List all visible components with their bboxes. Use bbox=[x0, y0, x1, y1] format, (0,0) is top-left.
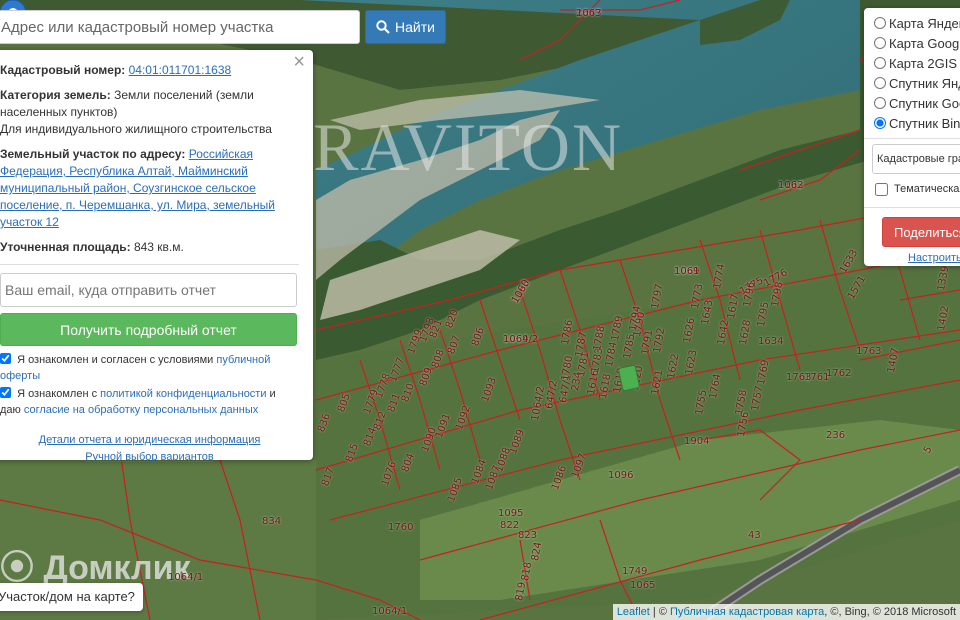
thematic-toggle: Тематическая карта bbox=[874, 179, 960, 199]
search-button-label: Найти bbox=[395, 19, 435, 35]
plot-number-label: 1063 bbox=[576, 8, 602, 19]
divider bbox=[0, 264, 299, 265]
plot-number-label: 43 bbox=[748, 530, 761, 541]
report-details-link[interactable]: Детали отчета и юридическая информация bbox=[39, 432, 261, 449]
plot-number-label: 1062 bbox=[778, 180, 804, 191]
brand-logo: ⦿ Домклик bbox=[0, 549, 191, 587]
search-input[interactable] bbox=[0, 10, 360, 44]
plot-number-label: 1760 bbox=[388, 522, 414, 533]
plot-number-label: 1762 bbox=[826, 368, 852, 379]
basemap-options: Карта Яндекс Карта Google Карта 2GIS Спутни… bbox=[874, 13, 960, 133]
consent-privacy: Я ознакомлен с политикой конфиденциально… bbox=[0, 386, 299, 418]
area-row: Уточненная площадь: 843 кв.м. bbox=[0, 239, 299, 256]
plot-number-label: 1061 bbox=[674, 266, 700, 277]
pkk-link[interactable]: Публичная кадастровая карта bbox=[670, 606, 824, 618]
layer-switcher: Карта Яндекс Карта Google Карта 2GIS Спутни… bbox=[864, 8, 960, 266]
map-attribution: Leaflet | © Публичная кадастровая карта,… bbox=[612, 604, 960, 620]
thematic-label: Тематическая карта bbox=[894, 183, 960, 195]
plot-number-label: 1064/1 bbox=[372, 606, 408, 617]
plot-number-label: 1634 bbox=[758, 336, 784, 347]
consent-offer-checkbox[interactable] bbox=[0, 353, 11, 364]
category-label: Категория земель: bbox=[0, 88, 111, 102]
consent-privacy-checkbox[interactable] bbox=[0, 387, 11, 398]
basemap-radio[interactable] bbox=[874, 77, 886, 89]
configure-link[interactable]: Настроить bbox=[908, 252, 960, 264]
basemap-label: Карта Google bbox=[889, 35, 960, 51]
area-value: 843 кв.м. bbox=[133, 240, 184, 254]
basemap-label: Спутник Google bbox=[889, 95, 960, 111]
basemap-option[interactable]: Спутник Bing bbox=[874, 113, 960, 133]
plot-number-label: 1763 bbox=[786, 372, 812, 383]
basemap-radio[interactable] bbox=[874, 97, 886, 109]
privacy-policy-link[interactable]: политикой конфиденциальности bbox=[100, 388, 266, 400]
plot-on-map-button[interactable]: Участок/дом на карте? bbox=[0, 583, 143, 611]
cadastral-row: Кадастровый номер: 04:01:011701:1638 bbox=[0, 62, 299, 79]
plot-number-label: 834 bbox=[262, 516, 282, 527]
plot-number-label: 1064/1 bbox=[168, 572, 204, 583]
plot-number-label: 1904 bbox=[684, 436, 710, 447]
plot-number-label: 1763 bbox=[856, 346, 882, 357]
plot-number-label: 1096 bbox=[608, 470, 634, 481]
plot-number-label: 1095 bbox=[498, 508, 524, 519]
close-icon[interactable]: × bbox=[293, 52, 305, 72]
consent-offer: Я ознакомлен и согласен с условиями публ… bbox=[0, 352, 299, 384]
divider bbox=[864, 138, 960, 139]
basemap-label: Спутник Bing bbox=[889, 115, 960, 131]
basemap-label: Карта 2GIS bbox=[889, 55, 958, 71]
plot-number-label: 1064/2 bbox=[503, 334, 539, 345]
cadastral-label: Кадастровый номер: bbox=[0, 63, 126, 77]
basemap-label: Спутник Яндекс bbox=[889, 75, 960, 91]
divider bbox=[864, 207, 960, 208]
thematic-checkbox[interactable] bbox=[875, 182, 888, 196]
address-row: Земельный участок по адресу: Российская … bbox=[0, 146, 299, 231]
personal-data-consent-link[interactable]: согласие на обработку персональных данны… bbox=[24, 404, 258, 416]
search-button[interactable]: Найти bbox=[365, 10, 446, 44]
usage-value: Для индивидуального жилищного строительс… bbox=[0, 122, 272, 136]
manual-selection-link[interactable]: Ручной выбор вариантов bbox=[85, 449, 213, 466]
attribution-rest: , ©, Bing, © 2018 Microsoft bbox=[824, 606, 956, 618]
area-label: Уточненная площадь: bbox=[0, 240, 131, 254]
address-label: Земельный участок по адресу: bbox=[0, 147, 186, 161]
basemap-radio[interactable] bbox=[874, 37, 886, 49]
watermark-graviton: GRAVITON bbox=[262, 109, 624, 185]
plot-number-label: 236 bbox=[826, 430, 846, 441]
overlay-select[interactable]: Кадастровые границы bbox=[872, 144, 960, 174]
attribution-sep: | © bbox=[649, 606, 670, 618]
basemap-option[interactable]: Карта 2GIS bbox=[874, 53, 960, 73]
panel-links: Детали отчета и юридическая информация Р… bbox=[0, 432, 299, 466]
basemap-radio[interactable] bbox=[874, 17, 886, 29]
email-input[interactable] bbox=[0, 273, 297, 307]
basemap-radio[interactable] bbox=[874, 117, 886, 129]
plot-number-label: 1065 bbox=[630, 580, 656, 591]
category-row: Категория земель: Земли поселений (земли… bbox=[0, 87, 299, 138]
search-icon bbox=[376, 20, 390, 34]
plot-number-label: 822 bbox=[500, 520, 520, 531]
plot-number-label: 1749 bbox=[622, 566, 648, 577]
plot-info-panel: × Кадастровый номер: 04:01:011701:1638 К… bbox=[0, 50, 313, 463]
leaflet-link[interactable]: Leaflet bbox=[617, 606, 650, 618]
basemap-option[interactable]: Карта Google bbox=[874, 33, 960, 53]
basemap-label: Карта Яндекс bbox=[889, 15, 960, 31]
basemap-option[interactable]: Спутник Google bbox=[874, 93, 960, 113]
basemap-radio[interactable] bbox=[874, 57, 886, 69]
consent-offer-text: Я ознакомлен и согласен с условиями bbox=[17, 354, 217, 366]
cadastral-number-link[interactable]: 04:01:011701:1638 bbox=[129, 63, 232, 77]
share-button[interactable]: Поделиться bbox=[882, 217, 960, 247]
basemap-option[interactable]: Карта Яндекс bbox=[874, 13, 960, 33]
get-report-button[interactable]: Получить подробный отчет bbox=[0, 313, 297, 346]
basemap-option[interactable]: Спутник Яндекс bbox=[874, 73, 960, 93]
consent-privacy-text: Я ознакомлен с bbox=[17, 388, 101, 400]
plot-number-label: 823 bbox=[518, 530, 538, 541]
